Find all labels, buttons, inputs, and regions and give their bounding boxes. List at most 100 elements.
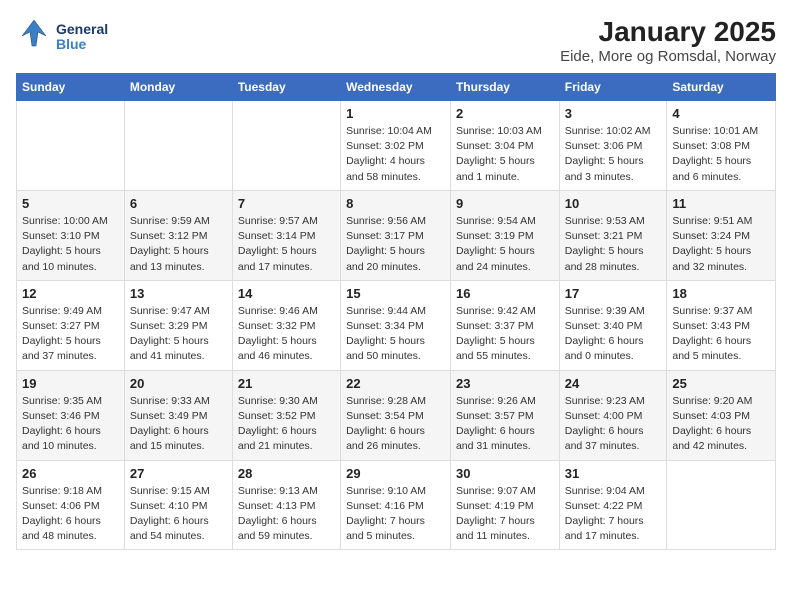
weekday-header-tuesday: Tuesday (232, 74, 340, 101)
day-detail: Sunrise: 10:02 AM Sunset: 3:06 PM Daylig… (565, 124, 662, 185)
day-number: 9 (456, 196, 554, 211)
weekday-header-monday: Monday (124, 74, 232, 101)
calendar-cell: 8 Sunrise: 9:56 AM Sunset: 3:17 PM Daylig… (341, 190, 451, 280)
day-detail: Sunrise: 10:00 AM Sunset: 3:10 PM Daylig… (22, 214, 119, 275)
calendar-cell: 25 Sunrise: 9:20 AM Sunset: 4:03 PM Dayli… (667, 370, 776, 460)
day-detail: Sunrise: 9:49 AM Sunset: 3:27 PM Dayligh… (22, 304, 119, 365)
day-number: 1 (346, 106, 445, 121)
logo-general-text: General (56, 22, 108, 37)
logo-blue-text: Blue (56, 37, 108, 52)
day-number: 8 (346, 196, 445, 211)
calendar-cell: 15 Sunrise: 9:44 AM Sunset: 3:34 PM Dayli… (341, 280, 451, 370)
calendar-cell: 20 Sunrise: 9:33 AM Sunset: 3:49 PM Dayli… (124, 370, 232, 460)
day-detail: Sunrise: 10:04 AM Sunset: 3:02 PM Daylig… (346, 124, 445, 185)
calendar-cell: 12Sunrise: 9:49 AM Sunset: 3:27 PM Dayli… (17, 280, 125, 370)
day-detail: Sunrise: 9:42 AM Sunset: 3:37 PM Dayligh… (456, 304, 554, 365)
day-number: 31 (565, 466, 662, 481)
day-number: 18 (672, 286, 770, 301)
day-detail: Sunrise: 9:44 AM Sunset: 3:34 PM Dayligh… (346, 304, 445, 365)
weekday-header-wednesday: Wednesday (341, 74, 451, 101)
day-detail: Sunrise: 9:53 AM Sunset: 3:21 PM Dayligh… (565, 214, 662, 275)
day-number: 30 (456, 466, 554, 481)
calendar-cell (17, 101, 125, 191)
calendar-cell (124, 101, 232, 191)
day-number: 29 (346, 466, 445, 481)
calendar-cell: 5 Sunrise: 10:00 AM Sunset: 3:10 PM Dayli… (17, 190, 125, 280)
day-detail: Sunrise: 9:15 AM Sunset: 4:10 PM Dayligh… (130, 484, 227, 545)
day-detail: Sunrise: 9:04 AM Sunset: 4:22 PM Dayligh… (565, 484, 662, 545)
calendar-cell (667, 460, 776, 550)
day-number: 27 (130, 466, 227, 481)
calendar-cell: 30 Sunrise: 9:07 AM Sunset: 4:19 PM Dayli… (450, 460, 559, 550)
day-detail: Sunrise: 9:18 AM Sunset: 4:06 PM Dayligh… (22, 484, 119, 545)
day-detail: Sunrise: 9:54 AM Sunset: 3:19 PM Dayligh… (456, 214, 554, 275)
day-detail: Sunrise: 9:56 AM Sunset: 3:17 PM Dayligh… (346, 214, 445, 275)
day-number: 21 (238, 376, 335, 391)
calendar-cell: 6 Sunrise: 9:59 AM Sunset: 3:12 PM Daylig… (124, 190, 232, 280)
day-detail: Sunrise: 9:20 AM Sunset: 4:03 PM Dayligh… (672, 394, 770, 455)
calendar-cell: 4 Sunrise: 10:01 AM Sunset: 3:08 PM Dayli… (667, 101, 776, 191)
calendar-cell: 3 Sunrise: 10:02 AM Sunset: 3:06 PM Dayli… (559, 101, 667, 191)
weekday-header-friday: Friday (559, 74, 667, 101)
logo-text: General Blue (56, 22, 108, 53)
day-number: 5 (22, 196, 119, 211)
weekday-header-thursday: Thursday (450, 74, 559, 101)
calendar-cell: 29 Sunrise: 9:10 AM Sunset: 4:16 PM Dayli… (341, 460, 451, 550)
day-detail: Sunrise: 9:30 AM Sunset: 3:52 PM Dayligh… (238, 394, 335, 455)
day-number: 22 (346, 376, 445, 391)
day-detail: Sunrise: 9:10 AM Sunset: 4:16 PM Dayligh… (346, 484, 445, 545)
day-detail: Sunrise: 9:23 AM Sunset: 4:00 PM Dayligh… (565, 394, 662, 455)
day-number: 23 (456, 376, 554, 391)
day-number: 28 (238, 466, 335, 481)
day-detail: Sunrise: 9:33 AM Sunset: 3:49 PM Dayligh… (130, 394, 227, 455)
calendar-cell: 11Sunrise: 9:51 AM Sunset: 3:24 PM Dayli… (667, 190, 776, 280)
calendar-week-row: 1 Sunrise: 10:04 AM Sunset: 3:02 PM Dayli… (17, 101, 776, 191)
calendar-cell: 22Sunrise: 9:28 AM Sunset: 3:54 PM Dayli… (341, 370, 451, 460)
day-detail: Sunrise: 9:51 AM Sunset: 3:24 PM Dayligh… (672, 214, 770, 275)
calendar-cell (232, 101, 340, 191)
calendar-cell: 26 Sunrise: 9:18 AM Sunset: 4:06 PM Dayli… (17, 460, 125, 550)
calendar-cell: 13Sunrise: 9:47 AM Sunset: 3:29 PM Dayli… (124, 280, 232, 370)
calendar-title: January 2025 (560, 16, 776, 48)
day-number: 4 (672, 106, 770, 121)
day-number: 3 (565, 106, 662, 121)
day-detail: Sunrise: 9:46 AM Sunset: 3:32 PM Dayligh… (238, 304, 335, 365)
day-number: 15 (346, 286, 445, 301)
calendar-cell: 24 Sunrise: 9:23 AM Sunset: 4:00 PM Dayli… (559, 370, 667, 460)
calendar-cell: 10Sunrise: 9:53 AM Sunset: 3:21 PM Dayli… (559, 190, 667, 280)
day-detail: Sunrise: 10:01 AM Sunset: 3:08 PM Daylig… (672, 124, 770, 185)
calendar-cell: 23 Sunrise: 9:26 AM Sunset: 3:57 PM Dayli… (450, 370, 559, 460)
calendar-table: SundayMondayTuesdayWednesdayThursdayFrid… (16, 73, 776, 550)
weekday-header-saturday: Saturday (667, 74, 776, 101)
day-detail: Sunrise: 10:03 AM Sunset: 3:04 PM Daylig… (456, 124, 554, 185)
calendar-cell: 19Sunrise: 9:35 AM Sunset: 3:46 PM Dayli… (17, 370, 125, 460)
logo: General Blue (16, 16, 108, 58)
calendar-cell: 1 Sunrise: 10:04 AM Sunset: 3:02 PM Dayli… (341, 101, 451, 191)
weekday-header-sunday: Sunday (17, 74, 125, 101)
calendar-cell: 9 Sunrise: 9:54 AM Sunset: 3:19 PM Daylig… (450, 190, 559, 280)
day-detail: Sunrise: 9:07 AM Sunset: 4:19 PM Dayligh… (456, 484, 554, 545)
calendar-cell: 27 Sunrise: 9:15 AM Sunset: 4:10 PM Dayli… (124, 460, 232, 550)
day-detail: Sunrise: 9:37 AM Sunset: 3:43 PM Dayligh… (672, 304, 770, 365)
day-number: 6 (130, 196, 227, 211)
weekday-header-row: SundayMondayTuesdayWednesdayThursdayFrid… (17, 74, 776, 101)
calendar-week-row: 12Sunrise: 9:49 AM Sunset: 3:27 PM Dayli… (17, 280, 776, 370)
day-number: 7 (238, 196, 335, 211)
calendar-cell: 16 Sunrise: 9:42 AM Sunset: 3:37 PM Dayli… (450, 280, 559, 370)
day-number: 13 (130, 286, 227, 301)
day-detail: Sunrise: 9:57 AM Sunset: 3:14 PM Dayligh… (238, 214, 335, 275)
calendar-cell: 14Sunrise: 9:46 AM Sunset: 3:32 PM Dayli… (232, 280, 340, 370)
calendar-cell: 31 Sunrise: 9:04 AM Sunset: 4:22 PM Dayli… (559, 460, 667, 550)
day-detail: Sunrise: 9:59 AM Sunset: 3:12 PM Dayligh… (130, 214, 227, 275)
day-detail: Sunrise: 9:26 AM Sunset: 3:57 PM Dayligh… (456, 394, 554, 455)
page-header: General Blue January 2025 Eide, More og … (16, 16, 776, 65)
day-number: 24 (565, 376, 662, 391)
day-number: 26 (22, 466, 119, 481)
calendar-week-row: 26 Sunrise: 9:18 AM Sunset: 4:06 PM Dayli… (17, 460, 776, 550)
day-number: 25 (672, 376, 770, 391)
day-number: 20 (130, 376, 227, 391)
calendar-cell: 17Sunrise: 9:39 AM Sunset: 3:40 PM Dayli… (559, 280, 667, 370)
day-number: 17 (565, 286, 662, 301)
calendar-cell: 2Sunrise: 10:03 AM Sunset: 3:04 PM Dayli… (450, 101, 559, 191)
day-number: 16 (456, 286, 554, 301)
